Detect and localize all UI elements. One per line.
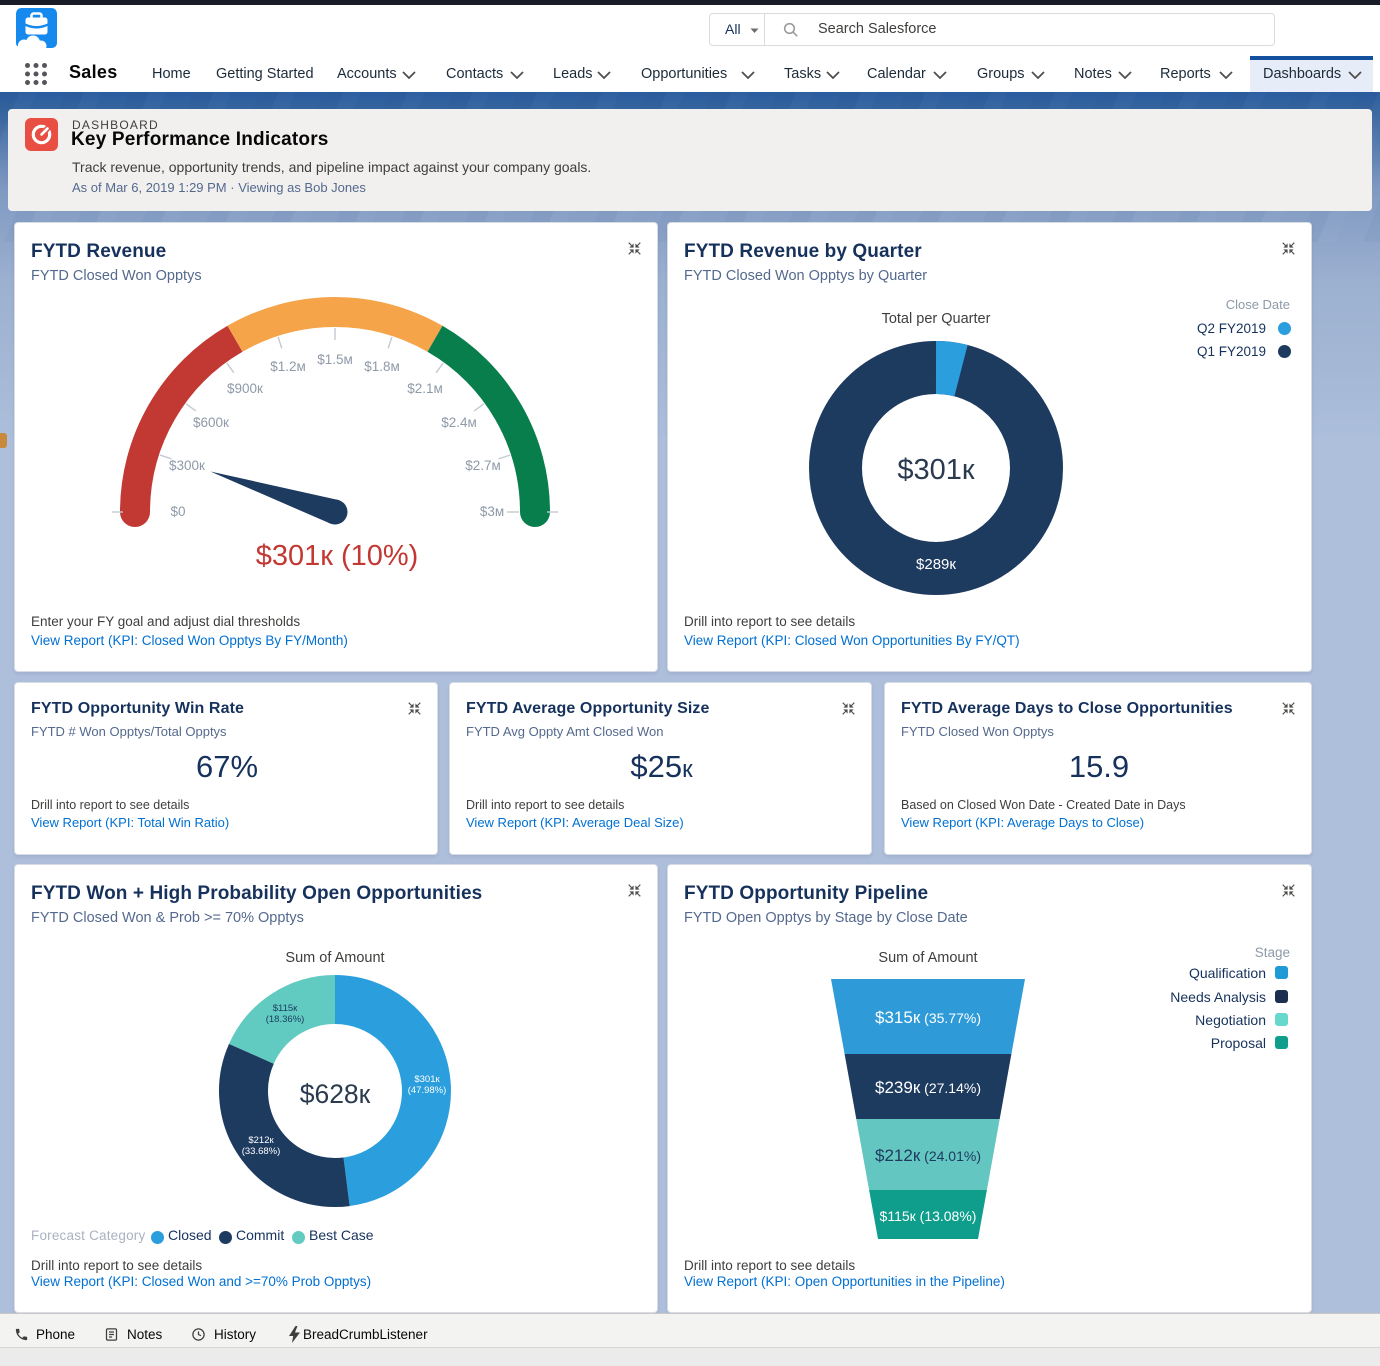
svg-text:$1.5м: $1.5м [317,352,353,367]
svg-text:(33.68%): (33.68%) [242,1146,281,1157]
svg-text:$2.1м: $2.1м [407,381,443,396]
svg-text:$628к: $628к [300,1079,371,1109]
svg-text:$115к (13.08%): $115к (13.08%) [880,1208,977,1224]
svg-text:$300к: $300к [169,458,205,473]
svg-text:$289к: $289к [916,556,956,573]
svg-text:(47.98%): (47.98%) [408,1085,447,1096]
svg-text:(18.36%): (18.36%) [266,1014,305,1025]
svg-text:$600к: $600к [193,415,229,430]
svg-text:$239к (27.14%): $239к (27.14%) [875,1078,981,1097]
svg-text:$3м: $3м [480,504,504,519]
svg-text:$1.2м: $1.2м [270,359,306,374]
svg-text:$2.4м: $2.4м [441,415,477,430]
svg-text:$301к: $301к [414,1074,440,1085]
svg-text:$1.8м: $1.8м [364,359,400,374]
svg-text:$115к: $115к [273,1003,298,1014]
svg-text:$212к: $212к [248,1135,274,1146]
svg-text:$0: $0 [170,504,185,519]
svg-text:$301к: $301к [897,454,975,486]
svg-text:$2.7м: $2.7м [465,458,501,473]
svg-text:$212к (24.01%): $212к (24.01%) [875,1146,981,1165]
svg-text:$900к: $900к [227,381,263,396]
